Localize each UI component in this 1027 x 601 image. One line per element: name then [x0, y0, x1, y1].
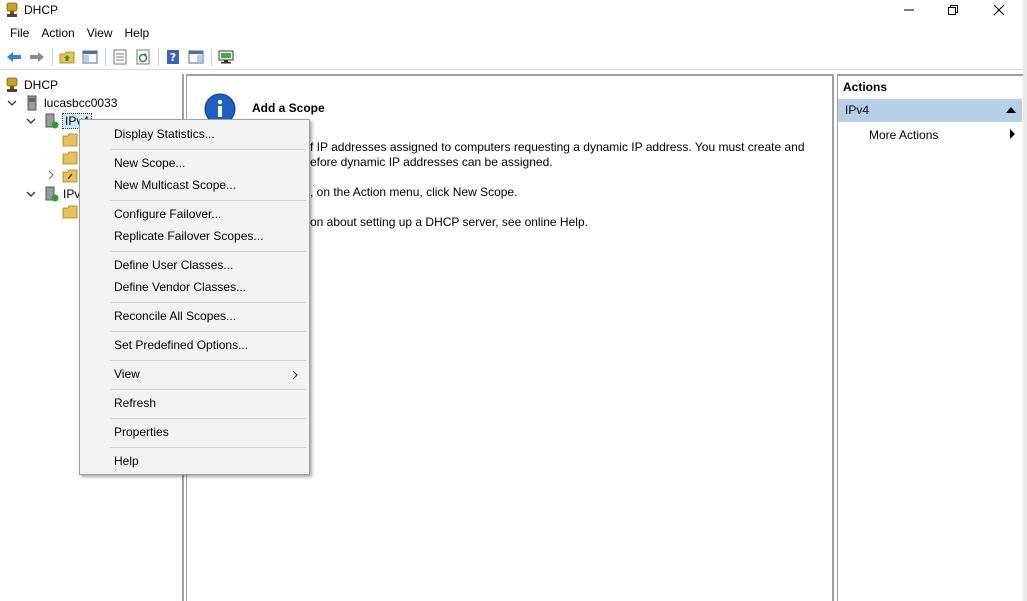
toolbar-separator [211, 47, 212, 66]
forward-arrow-icon [30, 51, 44, 62]
menu-item-new-scope[interactable]: New Scope... [114, 155, 185, 171]
server-status-button[interactable] [215, 46, 237, 68]
chevron-down-icon[interactable] [26, 189, 36, 199]
menu-view[interactable]: View [81, 23, 119, 43]
close-button[interactable] [976, 0, 1022, 20]
menu-separator [110, 360, 306, 361]
submenu-chevron-icon [292, 370, 298, 380]
show-hide-action-pane-button[interactable] [185, 46, 207, 68]
restore-icon [948, 5, 958, 15]
menu-item-new-multicast-scope[interactable]: New Multicast Scope... [114, 177, 236, 193]
menu-item-replicate-failover-scopes[interactable]: Replicate Failover Scopes... [114, 228, 263, 244]
tree-label-dhcp: DHCP [24, 78, 59, 92]
menu-item-view[interactable]: View [114, 366, 140, 382]
folder-icon[interactable] [62, 132, 78, 148]
context-menu: Display Statistics... New Scope... New M… [79, 119, 310, 475]
menu-item-refresh[interactable]: Refresh [114, 395, 156, 411]
menu-separator [110, 331, 306, 332]
svg-text:?: ? [170, 51, 176, 64]
chevron-down-icon[interactable] [26, 116, 36, 126]
collapse-arrow-icon[interactable] [1006, 107, 1016, 113]
menu-item-define-user-classes[interactable]: Define User Classes... [114, 257, 233, 273]
content-title: Add a Scope [252, 101, 325, 115]
menu-item-help[interactable]: Help [114, 453, 139, 469]
toolbar: ? [0, 44, 1027, 70]
actions-pane [837, 74, 1023, 601]
menu-item-properties[interactable]: Properties [114, 424, 169, 440]
restore-button[interactable] [930, 0, 976, 20]
menu-item-display-statistics[interactable]: Display Statistics... [114, 126, 215, 142]
up-folder-icon [59, 51, 75, 63]
refresh-icon [136, 49, 150, 64]
menu-bar: File Action View Help [0, 22, 1027, 44]
properties-icon [113, 49, 127, 64]
back-button[interactable] [3, 46, 25, 68]
menu-separator [110, 251, 306, 252]
toolbar-separator [158, 47, 159, 66]
help-icon: ? [167, 49, 179, 64]
menu-separator [110, 447, 306, 448]
tree-label-server: lucasbcc0033 [44, 96, 118, 110]
minimize-icon [904, 9, 914, 11]
refresh-button[interactable] [132, 46, 154, 68]
actions-header: Actions [843, 80, 888, 94]
chevron-down-icon[interactable] [7, 98, 17, 108]
ipv6-server-icon [45, 186, 59, 202]
content-text-line: f IP addresses assigned to computers req… [310, 140, 805, 154]
dhcp-app-icon [6, 2, 18, 17]
title-bar: DHCP [0, 0, 1027, 22]
help-button[interactable]: ? [162, 46, 184, 68]
forward-button[interactable] [26, 46, 48, 68]
dhcp-icon [6, 77, 18, 92]
folder-icon[interactable] [62, 150, 78, 166]
toolbar-separator [105, 47, 106, 66]
menu-separator [110, 389, 306, 390]
menu-item-define-vendor-classes[interactable]: Define Vendor Classes... [114, 279, 246, 295]
close-icon [993, 4, 1005, 16]
tree-item-server[interactable]: lucasbcc0033 [24, 94, 117, 112]
content-text-line: , on the Action menu, click New Scope. [310, 185, 518, 199]
options-folder-icon[interactable] [62, 168, 78, 184]
folder-icon[interactable] [62, 204, 78, 220]
chevron-right-icon[interactable] [46, 170, 56, 180]
more-actions-link[interactable]: More Actions [869, 127, 938, 143]
menu-separator [110, 200, 306, 201]
content-text-line: efore dynamic IP addresses can be assign… [310, 155, 553, 169]
window-edge [1023, 0, 1027, 601]
server-status-icon [218, 50, 234, 63]
tree-label-ipv6: IPv [63, 187, 81, 201]
back-arrow-icon [7, 51, 21, 62]
minimize-button[interactable] [886, 0, 932, 20]
properties-button[interactable] [109, 46, 131, 68]
menu-separator [110, 418, 306, 419]
menu-item-set-predefined-options[interactable]: Set Predefined Options... [114, 337, 248, 353]
menu-separator [110, 149, 306, 150]
up-one-level-button[interactable] [56, 46, 78, 68]
tree-item-dhcp[interactable]: DHCP [4, 76, 58, 94]
menu-file[interactable]: File [4, 23, 35, 43]
show-hide-tree-icon [82, 50, 98, 63]
ipv4-server-icon [45, 113, 59, 129]
menu-separator [110, 302, 306, 303]
show-hide-tree-button[interactable] [79, 46, 101, 68]
menu-help[interactable]: Help [119, 23, 156, 43]
actions-section-label: IPv4 [845, 103, 870, 117]
submenu-arrow-icon [1010, 129, 1015, 139]
menu-item-reconcile-all-scopes[interactable]: Reconcile All Scopes... [114, 308, 236, 324]
menu-item-configure-failover[interactable]: Configure Failover... [114, 206, 221, 222]
actions-section-ipv4[interactable]: IPv4 [838, 99, 1022, 122]
server-icon [27, 95, 37, 111]
menu-action[interactable]: Action [35, 23, 80, 43]
toolbar-separator [52, 47, 53, 66]
show-hide-action-pane-icon [188, 50, 204, 63]
content-text-line: on about setting up a DHCP server, see o… [310, 215, 588, 229]
window-title: DHCP [24, 3, 59, 17]
tree-item-ipv6[interactable]: IPv [43, 185, 80, 203]
